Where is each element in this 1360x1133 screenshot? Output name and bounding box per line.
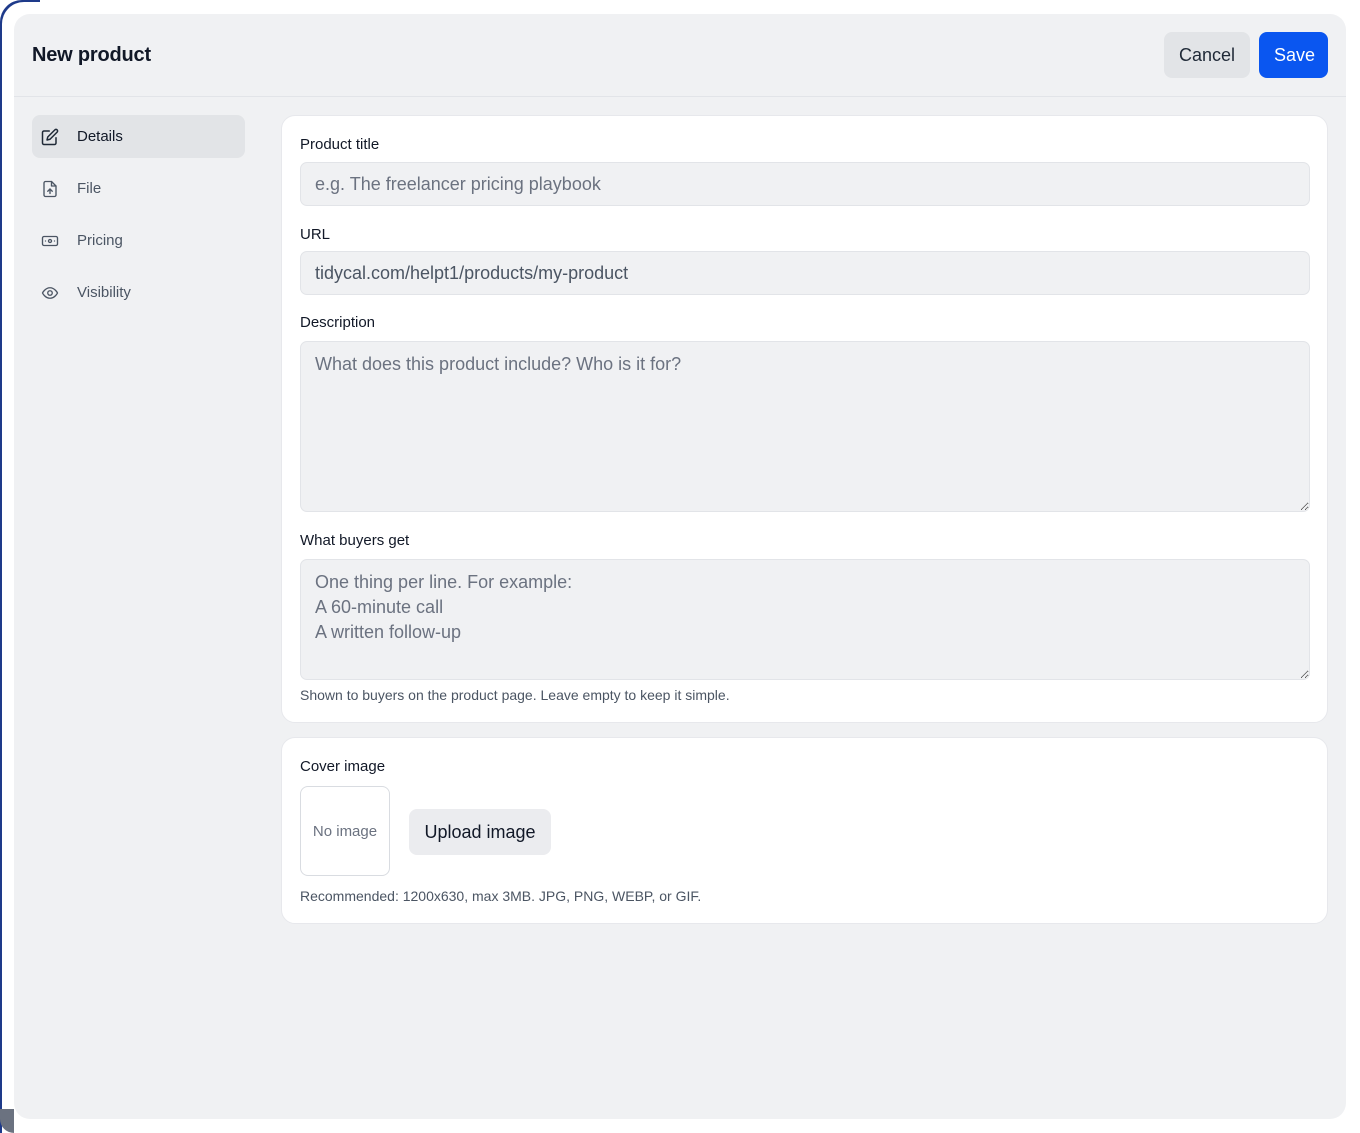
cover-image-label: Cover image <box>300 758 386 775</box>
url-label: URL <box>300 226 331 243</box>
sidebar-item-label: Visibility <box>77 284 131 301</box>
file-upload-icon <box>41 180 59 198</box>
product-title-input[interactable] <box>300 162 1310 206</box>
edit-icon <box>41 128 59 146</box>
product-title-label: Product title <box>300 136 380 153</box>
sidebar-item-label: Details <box>77 128 123 145</box>
buyers-get-textarea[interactable] <box>300 559 1310 680</box>
sidebar-item-file[interactable]: File <box>32 167 245 210</box>
sidebar-nav: Details File Pricing Visibility <box>32 115 245 323</box>
buyers-get-help: Shown to buyers on the product page. Lea… <box>300 687 730 703</box>
header-actions: Cancel Save <box>1164 32 1328 78</box>
new-product-modal: New product Cancel Save Details File Pri… <box>14 14 1346 1119</box>
eye-icon <box>41 284 59 302</box>
sidebar-item-details[interactable]: Details <box>32 115 245 158</box>
buyers-get-label: What buyers get <box>300 532 410 549</box>
cover-image-card: Cover image No image Upload image Recomm… <box>281 737 1328 924</box>
cover-image-preview: No image <box>300 786 390 876</box>
save-button[interactable]: Save <box>1259 32 1328 78</box>
no-image-text: No image <box>312 822 378 840</box>
modal-header: New product Cancel Save <box>14 14 1346 97</box>
description-textarea[interactable] <box>300 341 1310 512</box>
sidebar-item-pricing[interactable]: Pricing <box>32 219 245 262</box>
sidebar-item-visibility[interactable]: Visibility <box>32 271 245 314</box>
banknote-icon <box>41 232 59 250</box>
details-card: Product title URL Description What buyer… <box>281 115 1328 723</box>
url-input[interactable] <box>300 251 1310 295</box>
cover-image-help: Recommended: 1200x630, max 3MB. JPG, PNG… <box>300 888 702 904</box>
sidebar-item-label: Pricing <box>77 232 123 249</box>
page-title: New product <box>32 43 151 66</box>
description-label: Description <box>300 314 376 331</box>
upload-image-button[interactable]: Upload image <box>409 809 551 855</box>
sidebar-item-label: File <box>77 180 102 197</box>
cancel-button[interactable]: Cancel <box>1164 32 1250 78</box>
